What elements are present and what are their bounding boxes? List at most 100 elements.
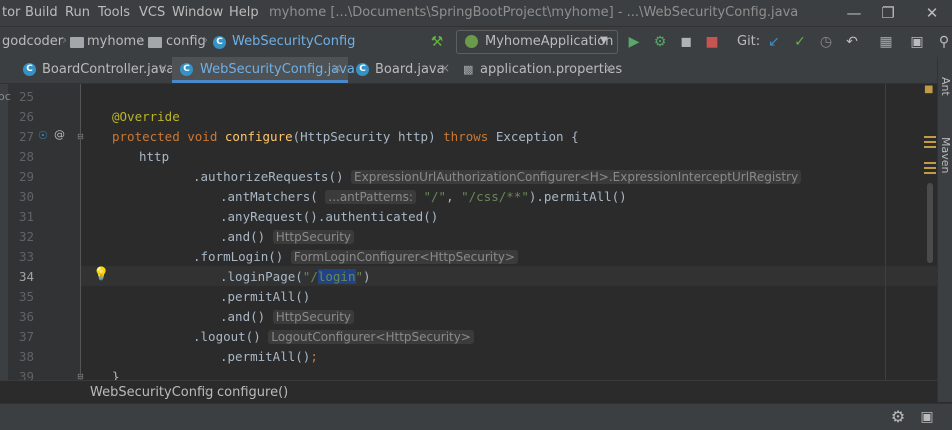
string-literal: "/css/**" xyxy=(461,189,529,204)
tab-web-security-config[interactable]: C WebSecurityConfig.java × xyxy=(172,57,355,83)
type-hint: FormLoginConfigurer<HttpSecurity> xyxy=(290,250,518,264)
tab-application-properties[interactable]: ▩ application.properties × xyxy=(461,57,623,83)
code-line: protected void configure(HttpSecurity ht… xyxy=(112,129,579,144)
menu-item-help[interactable]: Help xyxy=(229,5,259,20)
breadcrumb-package[interactable]: config xyxy=(166,34,206,49)
warning-square-icon[interactable]: ■ xyxy=(924,84,933,95)
class-icon: C xyxy=(213,36,226,49)
code-text: .loginPage( xyxy=(220,269,303,284)
run-icon[interactable]: ▶ xyxy=(625,33,643,51)
stripe-mark[interactable] xyxy=(924,162,936,164)
left-strip-label: oc xyxy=(0,90,11,103)
tab-board-controller[interactable]: C BoardController.java × xyxy=(20,57,174,83)
line-number: 26 xyxy=(18,109,34,124)
editor-error-stripe[interactable]: ■ xyxy=(923,84,937,380)
code-editor[interactable]: @Override protected void configure(HttpS… xyxy=(81,84,937,380)
code-text: .authorizeRequests() xyxy=(193,169,344,184)
stripe-mark[interactable] xyxy=(924,141,936,143)
tab-label: application.properties xyxy=(480,62,623,77)
breadcrumb-class[interactable]: WebSecurityConfig xyxy=(232,34,355,49)
code-text: .permitAll() xyxy=(220,289,311,304)
string-literal: "/" xyxy=(423,189,447,204)
line-number: 30 xyxy=(18,189,34,204)
line-number: 32 xyxy=(18,229,34,244)
right-tool-strip: Ant Maven xyxy=(937,57,952,402)
code-text: .formLogin() xyxy=(193,249,284,264)
code-text: http xyxy=(139,149,170,164)
stripe-mark[interactable] xyxy=(924,146,936,148)
line-number: 35 xyxy=(18,289,34,304)
vertical-scrollbar-thumb[interactable] xyxy=(927,183,933,263)
debug-icon[interactable]: ⚙ xyxy=(651,33,669,51)
status-bar: ⚙ ▣ xyxy=(0,403,952,430)
menu-item-tools[interactable]: Tools xyxy=(98,5,130,20)
close-tab-icon[interactable]: × xyxy=(332,61,342,75)
code-text: ) xyxy=(363,269,371,284)
code-line: .formLogin() FormLoginConfigurer<HttpSec… xyxy=(193,249,518,264)
history-icon[interactable]: ◷ xyxy=(817,33,835,51)
menu-item-window[interactable]: Window xyxy=(172,5,223,20)
navigation-bar: godcoder › myhome › config › C WebSecuri… xyxy=(0,26,952,58)
settings-icon[interactable]: ⚙ xyxy=(889,408,907,426)
breadcrumb-class[interactable]: WebSecurityConfig xyxy=(90,385,213,400)
menu-item-build[interactable]: Build xyxy=(25,5,58,20)
code-text: (HttpSecurity http) xyxy=(292,129,444,144)
code-text: , xyxy=(446,189,462,204)
annotation-marker-icon[interactable]: @ xyxy=(54,128,65,141)
git-commit-icon[interactable]: ✓ xyxy=(791,33,809,51)
close-tab-icon[interactable]: × xyxy=(440,61,450,75)
terminal-icon[interactable]: ▣ xyxy=(908,33,926,51)
ant-tool-button[interactable]: Ant xyxy=(939,77,952,96)
minimize-icon[interactable]: — xyxy=(842,2,866,24)
hammer-icon[interactable]: ⚒ xyxy=(428,33,446,51)
breadcrumb-project[interactable]: godcoder xyxy=(2,34,63,49)
restore-icon[interactable]: ❐ xyxy=(876,2,900,24)
code-line: .and() HttpSecurity xyxy=(220,309,355,324)
stripe-mark[interactable] xyxy=(924,172,936,174)
override-marker-icon[interactable]: ☉ xyxy=(38,129,48,142)
code-line: @Override xyxy=(112,109,180,124)
revert-icon[interactable]: ↶ xyxy=(843,33,861,51)
menu-item-vcs[interactable]: VCS xyxy=(139,5,165,20)
type-hint: HttpSecurity xyxy=(272,310,355,324)
folder-icon xyxy=(70,37,84,48)
chevron-right-icon: › xyxy=(138,33,144,48)
spring-boot-icon xyxy=(465,35,478,48)
code-line: .logout() LogoutConfigurer<HttpSecurity> xyxy=(193,329,474,344)
semicolon: ; xyxy=(310,349,318,364)
menu-item-editor[interactable]: tor xyxy=(2,5,20,20)
search-icon[interactable]: ⚲ xyxy=(935,33,952,51)
stripe-mark[interactable] xyxy=(924,167,936,169)
caret-row-highlight xyxy=(81,266,937,286)
close-tab-icon[interactable]: × xyxy=(158,61,168,75)
code-text: .antMatchers( xyxy=(220,189,318,204)
run-configuration-select[interactable]: MyhomeApplication ▼ xyxy=(456,30,618,54)
close-tab-icon[interactable]: × xyxy=(604,61,614,75)
menu-item-run[interactable]: Run xyxy=(65,5,90,20)
code-breadcrumb-bar: WebSecurityConfig › configure() xyxy=(0,380,937,403)
type-hint: ExpressionUrlAuthorizationConfigurer<H>.… xyxy=(351,170,802,184)
code-line: .loginPage("/login") xyxy=(220,269,371,284)
stripe-mark[interactable] xyxy=(924,136,936,138)
breadcrumb-method[interactable]: configure() xyxy=(217,385,288,400)
selected-text: login xyxy=(317,269,356,284)
tab-board[interactable]: C Board.java × xyxy=(354,57,454,83)
breadcrumb-module[interactable]: myhome xyxy=(87,34,144,49)
maven-tool-button[interactable]: Maven xyxy=(939,137,952,173)
window-title: myhome [...\Documents\SpringBootProject\… xyxy=(269,5,799,20)
coverage-icon[interactable]: ◼ xyxy=(677,33,695,51)
editor-gutter: 25 26 27 28 29 30 31 32 33 34 35 36 37 3… xyxy=(0,84,84,384)
close-icon[interactable]: ✕ xyxy=(920,2,944,24)
right-margin-guide xyxy=(885,84,886,380)
lightbulb-icon[interactable]: 💡 xyxy=(93,267,109,282)
string-literal: " xyxy=(355,269,364,284)
code-text: .and() xyxy=(220,309,266,324)
stop-icon[interactable]: ■ xyxy=(703,33,721,51)
keyword: throws xyxy=(443,129,489,144)
git-update-icon[interactable]: ↙ xyxy=(765,33,783,51)
tab-label: Board.java xyxy=(375,62,445,77)
chevron-right-icon: › xyxy=(204,384,210,399)
event-log-icon[interactable]: ▣ xyxy=(918,408,936,426)
project-structure-icon[interactable]: ▦ xyxy=(877,33,895,51)
chevron-right-icon: › xyxy=(62,33,68,48)
